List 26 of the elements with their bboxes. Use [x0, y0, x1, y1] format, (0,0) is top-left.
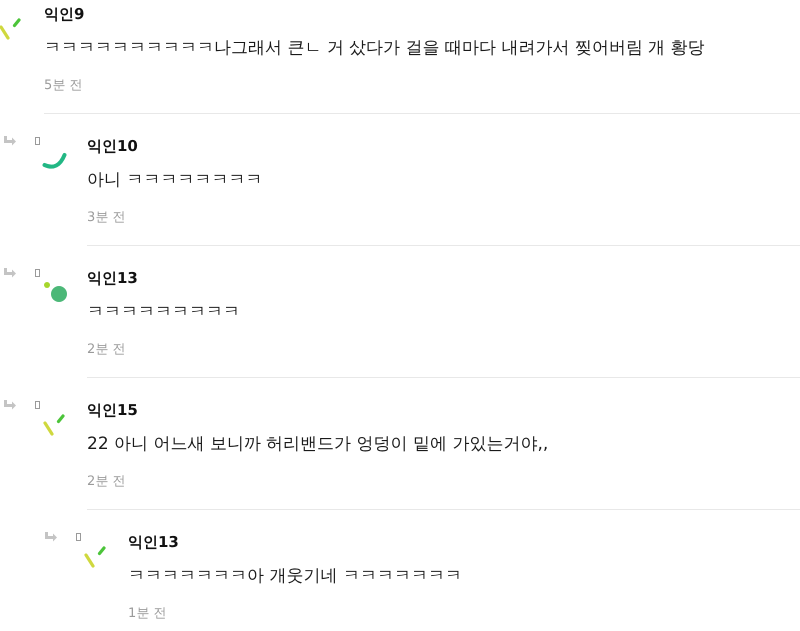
author-name: 익인15 — [87, 400, 138, 420]
author-name: 익인9 — [44, 4, 84, 24]
small-rectangle-icon — [76, 533, 81, 541]
reply-arrow-icon — [45, 532, 57, 542]
reply-arrow-icon — [4, 268, 16, 278]
comment-time: 3분 전 — [87, 209, 126, 227]
comment-text: ㅋㅋㅋㅋㅋㅋㅋㅋㅋ — [87, 301, 240, 324]
author-name: 익인13 — [87, 268, 138, 288]
dash-marks-icon — [0, 16, 23, 42]
dash-marks-icon — [82, 544, 108, 570]
dash-marks-icon — [41, 412, 67, 438]
small-rectangle-icon — [35, 401, 40, 409]
comment-time: 2분 전 — [87, 341, 126, 359]
comment-time: 1분 전 — [128, 605, 166, 623]
comment-text: ㅋㅋㅋㅋㅋㅋㅋㅋㅋㅋ나그래서 큰ㄴ 거 샀다가 걸을 때마다 내려가서 찢어버림 개 황당 — [44, 37, 705, 60]
reply-arrow-icon — [4, 136, 16, 146]
comment-time: 5분 전 — [44, 77, 82, 95]
comment-text: 아니 ㅋㅋㅋㅋㅋㅋㅋㅋ — [87, 169, 262, 192]
author-name: 익인10 — [87, 136, 138, 156]
comment-time: 2분 전 — [87, 473, 126, 491]
reply-arrow-icon — [4, 400, 16, 410]
small-rectangle-icon — [35, 269, 40, 277]
comment-text: ㅋㅋㅋㅋㅋㅋㅋ아 개웃기네 ㅋㅋㅋㅋㅋㅋㅋ — [128, 565, 462, 588]
author-name: 익인13 — [128, 532, 179, 552]
small-rectangle-icon — [35, 137, 40, 145]
comment-text: 22 아니 어느새 보니까 허리밴드가 엉덩이 밑에 가있는거야,, — [87, 433, 548, 456]
